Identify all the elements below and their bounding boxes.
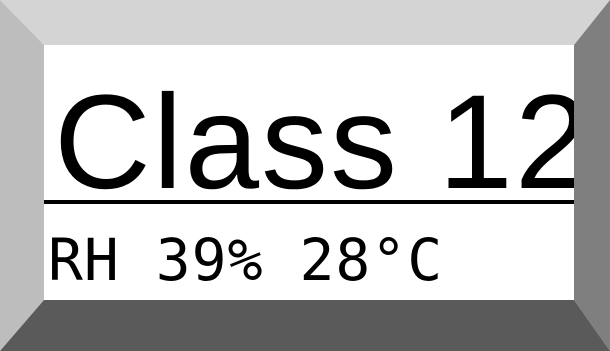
room-title: Class 12 [54, 68, 574, 217]
lcd-screen: Class 12 RH 39% 28°C [44, 45, 574, 300]
temperature-value: 28°C [299, 226, 444, 294]
humidity-label: RH [48, 226, 120, 294]
bezel-left-edge [0, 0, 44, 351]
bezel-right-edge [574, 0, 610, 351]
divider-line [44, 200, 574, 204]
sensor-display-panel: Class 12 RH 39% 28°C [0, 0, 610, 351]
bezel-top-edge [0, 0, 610, 45]
bezel-bottom-edge [0, 300, 610, 351]
humidity-value: 39% [155, 226, 264, 294]
environment-readout: RH 39% 28°C [48, 225, 443, 295]
